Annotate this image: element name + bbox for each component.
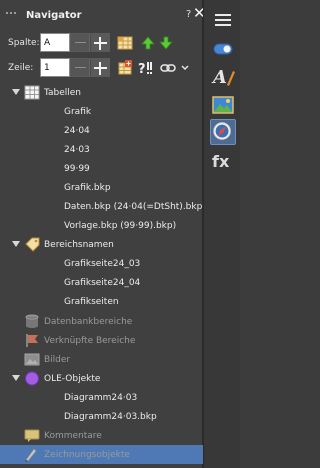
table-row[interactable]: Grafik.bkp bbox=[0, 178, 203, 197]
row-field[interactable]: 1 bbox=[40, 58, 70, 77]
tree-item-zeichnungsobjekte[interactable]: Zeichnungsobjekte bbox=[0, 445, 203, 464]
tree-label: OLE-Objekte bbox=[44, 374, 101, 384]
table-row[interactable]: 24·04 bbox=[0, 121, 203, 140]
flag-icon bbox=[26, 334, 38, 347]
list-item: Grafikseite24_04 bbox=[64, 278, 141, 288]
table-icon bbox=[24, 85, 40, 100]
navigator-titlebar: Navigator ? ✕ bbox=[0, 0, 206, 26]
menu-icon[interactable] bbox=[210, 7, 236, 33]
ole-row[interactable]: Diagramm24·03 bbox=[0, 388, 203, 407]
tree-item-kommentare[interactable]: Kommentare bbox=[0, 426, 203, 445]
column-decrement-button[interactable] bbox=[71, 34, 90, 51]
chevron-down-icon[interactable] bbox=[180, 60, 190, 76]
database-icon bbox=[25, 314, 39, 328]
list-item: 24·03 bbox=[64, 145, 90, 155]
sidebar-deck: A fx bbox=[203, 0, 240, 468]
row-increment-button[interactable] bbox=[91, 59, 110, 76]
table-row[interactable]: Vorlage.bkp (99·99).bkp) bbox=[0, 216, 203, 235]
tree-item-verknuepfte-bereiche[interactable]: Verknüpfte Bereiche bbox=[0, 331, 203, 350]
list-item: Grafikseite24_03 bbox=[64, 259, 141, 269]
arrow-up-icon[interactable] bbox=[140, 35, 156, 51]
row-label: Zeile: bbox=[8, 63, 34, 73]
list-item: Grafik.bkp bbox=[64, 183, 111, 193]
drawing-icon bbox=[25, 448, 37, 462]
column-stepper bbox=[70, 33, 110, 52]
table-row[interactable]: 24·03 bbox=[0, 140, 203, 159]
range-row[interactable]: Grafikseite24_03 bbox=[0, 254, 203, 273]
insert-icon[interactable] bbox=[117, 60, 133, 76]
table-row[interactable]: 99·99 bbox=[0, 159, 203, 178]
navigator-button[interactable] bbox=[210, 119, 236, 145]
column-field[interactable]: A bbox=[40, 33, 70, 52]
expand-icon[interactable] bbox=[12, 89, 20, 95]
expand-icon[interactable] bbox=[12, 375, 20, 381]
grip-icon[interactable] bbox=[6, 12, 18, 14]
tree-label: Zeichnungsobjekte bbox=[44, 450, 130, 460]
list-item: Vorlage.bkp (99·99).bkp) bbox=[64, 221, 177, 231]
image-icon bbox=[24, 353, 40, 366]
panel-title: Navigator bbox=[26, 10, 82, 21]
expand-icon[interactable] bbox=[12, 241, 20, 247]
column-label: Spalte: bbox=[8, 38, 40, 48]
tree-item-tabellen[interactable]: Tabellen bbox=[0, 83, 203, 102]
range-row[interactable]: Grafikseite24_04 bbox=[0, 273, 203, 292]
styles-icon[interactable]: A bbox=[210, 63, 236, 89]
table-row[interactable]: Grafik bbox=[0, 102, 203, 121]
svg-text:A: A bbox=[211, 67, 227, 88]
tree-item-datenbankbereiche[interactable]: Datenbankbereiche bbox=[0, 312, 203, 331]
svg-text:?: ? bbox=[138, 62, 146, 76]
arrow-down-icon[interactable] bbox=[158, 35, 174, 51]
list-item: Grafikseiten bbox=[64, 297, 119, 307]
tree-label: Kommentare bbox=[44, 431, 102, 441]
row-stepper bbox=[70, 58, 110, 77]
tree-label: Tabellen bbox=[44, 88, 82, 98]
toggle-icon[interactable]: ? bbox=[137, 60, 153, 76]
table-row[interactable]: Daten.bkp (24·04(=DtSht).bkp) bbox=[0, 197, 206, 216]
help-icon[interactable]: ? bbox=[186, 9, 191, 20]
list-item: 99·99 bbox=[64, 164, 90, 174]
list-item: Daten.bkp (24·04(=DtSht).bkp) bbox=[64, 202, 206, 212]
tree-item-bereichsnamen[interactable]: Bereichsnamen bbox=[0, 235, 203, 254]
tree-label: Bilder bbox=[44, 355, 71, 365]
tree-label: Datenbankbereiche bbox=[44, 317, 133, 327]
range-row[interactable]: Grafikseiten bbox=[0, 292, 203, 311]
list-item: Diagramm24·03.bkp bbox=[64, 412, 157, 422]
svg-text:fx: fx bbox=[212, 152, 230, 171]
column-row: Spalte: A bbox=[0, 31, 203, 55]
tree-label: Verknüpfte Bereiche bbox=[44, 336, 136, 346]
data-area-icon[interactable] bbox=[117, 35, 133, 51]
column-increment-button[interactable] bbox=[91, 34, 110, 51]
list-item: Diagramm24·03 bbox=[64, 393, 138, 403]
ole-object-icon bbox=[25, 371, 39, 386]
navigator-panel: Navigator ? ✕ Spalte: A Zeile: 1 ? Tabel… bbox=[0, 0, 206, 468]
tag-icon bbox=[25, 237, 40, 252]
link-icon[interactable] bbox=[160, 60, 178, 76]
list-item: 24·04 bbox=[64, 126, 90, 136]
ole-row[interactable]: Diagramm24·03.bkp bbox=[0, 407, 203, 426]
gallery-icon[interactable] bbox=[210, 92, 236, 118]
tree-label: Bereichsnamen bbox=[44, 240, 114, 250]
tree-item-ole-objekte[interactable]: OLE-Objekte bbox=[0, 369, 203, 388]
compass-icon bbox=[213, 122, 231, 140]
functions-icon[interactable]: fx bbox=[210, 148, 236, 174]
row-row: Zeile: 1 ? bbox=[0, 56, 203, 80]
tree-item-bilder[interactable]: Bilder bbox=[0, 350, 203, 369]
comment-icon bbox=[24, 429, 40, 442]
properties-icon[interactable] bbox=[210, 36, 236, 62]
row-decrement-button[interactable] bbox=[71, 59, 90, 76]
list-item: Grafik bbox=[64, 107, 92, 117]
